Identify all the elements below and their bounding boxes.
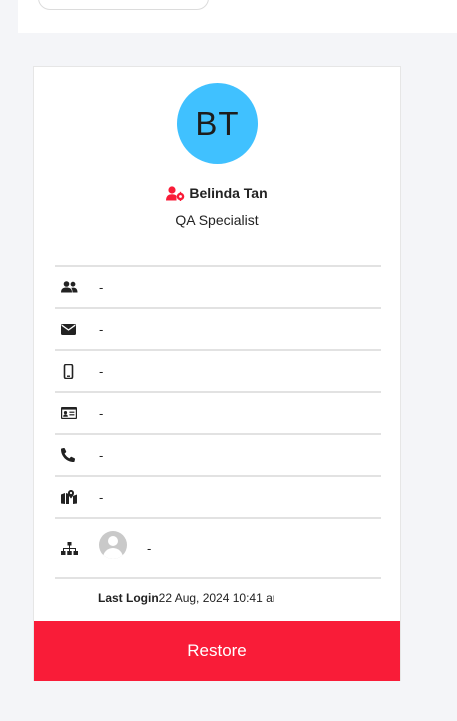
- manager-avatar-placeholder: [99, 531, 127, 559]
- profile-role: QA Specialist: [175, 212, 259, 228]
- sitemap-icon: [55, 541, 99, 555]
- mobile-phone-icon: [55, 363, 99, 379]
- top-bar: [18, 0, 457, 33]
- phone-icon: [55, 448, 99, 462]
- last-login-value: 22 Aug, 2024 10:41 am: [158, 591, 274, 605]
- info-list: - - - - - - -: [55, 265, 381, 579]
- info-row-hierarchy: -: [55, 517, 381, 579]
- info-value-phone: -: [99, 447, 104, 463]
- info-value-team: -: [99, 279, 104, 295]
- users-icon: [55, 281, 99, 293]
- map-location-icon: [55, 490, 99, 504]
- envelope-icon: [55, 323, 99, 335]
- info-row-id: -: [55, 391, 381, 433]
- info-value-mobile: -: [99, 363, 104, 379]
- avatar: BT: [177, 83, 258, 164]
- last-login-label: Last Login: [98, 591, 159, 605]
- info-row-team: -: [55, 265, 381, 307]
- info-value-manager: -: [147, 540, 152, 556]
- user-gear-icon: [166, 185, 185, 201]
- info-row-mobile: -: [55, 349, 381, 391]
- last-login: Last Login22 Aug, 2024 10:41 am: [98, 591, 274, 605]
- avatar-initials: BT: [195, 104, 240, 142]
- info-value-id: -: [99, 405, 104, 421]
- profile-name-row: Belinda Tan: [34, 185, 400, 201]
- info-row-location: -: [55, 475, 381, 517]
- profile-card: BT Belinda Tan QA Specialist - - - - - -…: [33, 66, 401, 681]
- info-row-phone: -: [55, 433, 381, 475]
- info-row-email: -: [55, 307, 381, 349]
- profile-name: Belinda Tan: [189, 185, 268, 201]
- id-card-icon: [55, 407, 99, 419]
- info-value-location: -: [99, 489, 104, 505]
- top-search-pill[interactable]: [38, 0, 209, 10]
- restore-button[interactable]: Restore: [34, 621, 400, 681]
- info-value-email: -: [99, 321, 104, 337]
